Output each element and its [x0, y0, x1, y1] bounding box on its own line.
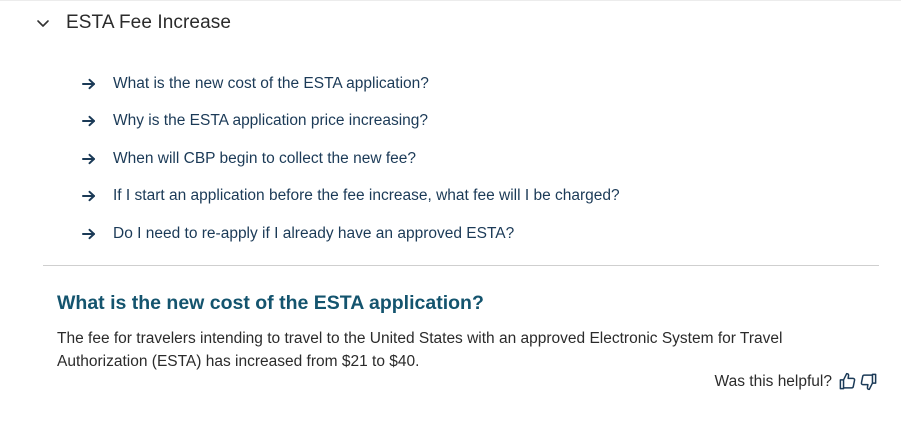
top-border	[0, 0, 901, 1]
faq-link[interactable]: Do I need to re-apply if I already have …	[113, 225, 514, 243]
faq-item: What is the new cost of the ESTA applica…	[82, 65, 620, 103]
faq-link[interactable]: If I start an application before the fee…	[113, 187, 620, 205]
faq-link[interactable]: What is the new cost of the ESTA applica…	[113, 75, 429, 93]
arrow-right-icon	[82, 76, 98, 92]
faq-page: ESTA Fee Increase What is the new cost o…	[0, 0, 901, 447]
thumbs-down-icon[interactable]	[858, 371, 879, 392]
arrow-right-icon	[82, 226, 98, 242]
answer-title: What is the new cost of the ESTA applica…	[57, 292, 484, 314]
faq-link[interactable]: Why is the ESTA application price increa…	[113, 112, 428, 130]
accordion-header-esta-fee-increase[interactable]: ESTA Fee Increase	[32, 8, 231, 38]
faq-link[interactable]: When will CBP begin to collect the new f…	[113, 150, 416, 168]
faq-item: When will CBP begin to collect the new f…	[82, 140, 620, 178]
chevron-down-icon[interactable]	[32, 12, 54, 34]
faq-item: If I start an application before the fee…	[82, 178, 620, 216]
feedback-label: Was this helpful?	[714, 372, 832, 390]
arrow-right-icon	[82, 113, 98, 129]
faq-item: Do I need to re-apply if I already have …	[82, 215, 620, 253]
thumbs-up-icon[interactable]	[837, 371, 858, 392]
feedback-widget: Was this helpful?	[715, 371, 879, 392]
faq-question-list: What is the new cost of the ESTA applica…	[82, 65, 620, 253]
answer-body: The fee for travelers intending to trave…	[57, 330, 783, 370]
accordion-title: ESTA Fee Increase	[66, 12, 232, 33]
arrow-right-icon	[82, 151, 98, 167]
section-divider	[43, 265, 879, 266]
arrow-right-icon	[82, 188, 98, 204]
faq-item: Why is the ESTA application price increa…	[82, 103, 620, 141]
